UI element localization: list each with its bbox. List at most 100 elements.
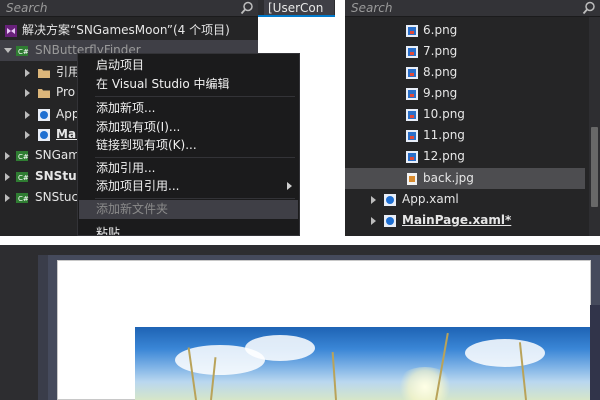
menu-item-label: 添加引用... [96,161,156,175]
search-placeholder: Search [6,1,48,15]
expand-arrow-icon[interactable] [5,152,10,160]
menu-separator [95,96,295,97]
project-node[interactable]: C# SNGam [0,145,80,166]
file-label: 9.png [423,86,458,100]
solution-icon [5,25,17,37]
png-icon [406,151,418,163]
file-label: 7.png [423,44,458,58]
cloud-shape [465,339,545,367]
png-icon [406,88,418,100]
png-icon [406,67,418,79]
cloud-shape [245,335,315,361]
grass-blade [331,352,337,400]
file-label: 6.png [423,23,458,37]
xaml-icon [384,215,396,227]
xaml-icon [384,194,396,206]
vertical-scrollbar[interactable] [589,17,600,236]
file-label: 11.png [423,128,465,142]
png-icon [406,130,418,142]
csharp-project-icon: C# [16,46,29,56]
menu-item-add-existing[interactable]: 添加现有项(I)... [79,118,298,137]
solution-search-bar[interactable]: Search [0,0,258,17]
file-label: 8.png [423,65,458,79]
svg-text:C#: C# [18,174,29,182]
solution-node[interactable]: 解决方案“SNGamesMoon”(4 个项目) [0,20,258,41]
tree-item-app-xaml[interactable]: App.xaml [345,189,589,210]
editor-tab-strip: [UserCon [258,0,335,17]
menu-item-add-reference[interactable]: 添加引用... [79,159,298,178]
csharp-project-icon: C# [16,193,29,203]
csharp-project-icon: C# [16,151,29,161]
menu-item-add-new[interactable]: 添加新项... [79,99,298,118]
file-item[interactable]: 10.png [345,104,589,125]
file-label: MainPage.xaml* [402,213,512,227]
project-label: SNGam [35,148,80,162]
file-label: App.xaml [402,192,459,206]
scrollbar-thumb[interactable] [591,127,598,207]
solution-label: 解决方案“SNGamesMoon”(4 个项目) [22,23,230,37]
designer-ruler [38,255,48,400]
jpg-icon [407,173,417,185]
tree-item-mainpage-xaml[interactable]: Mai [0,124,80,145]
expand-arrow-icon[interactable] [25,131,30,139]
file-label: 10.png [423,107,465,121]
search-icon[interactable] [582,1,596,15]
csharp-project-icon: C# [16,172,29,182]
expand-arrow-icon[interactable] [25,111,30,119]
file-item[interactable]: 12.png [345,146,589,167]
png-icon [406,46,418,58]
project-node[interactable]: C# SNStuc [0,187,80,208]
folder-icon [38,89,50,98]
svg-text:C#: C# [18,195,29,203]
png-icon [406,109,418,121]
tree-item-mainpage-xaml[interactable]: MainPage.xaml* [345,210,589,231]
search-icon[interactable] [240,1,254,15]
background-image[interactable] [135,327,590,400]
tree-item-app-xaml[interactable]: App [0,104,80,125]
file-item[interactable]: 11.png [345,125,589,146]
expand-arrow-icon[interactable] [371,196,376,204]
menu-item-label: 添加项目引用... [96,179,180,193]
tab-label: [UserCon [268,1,324,15]
expand-arrow-icon[interactable] [5,194,10,202]
file-item[interactable]: 7.png [345,41,589,62]
pane-divider [335,0,345,236]
search-placeholder: Search [351,1,393,15]
png-icon [406,25,418,37]
menu-item-label: 添加新项... [96,101,156,115]
project-node[interactable]: C# SNStuc [0,166,84,187]
solution-search-bar[interactable]: Search [345,0,600,17]
menu-item-link-existing[interactable]: 链接到现有项(K)... [79,136,298,155]
designer-side-strip [590,305,600,400]
expand-arrow-icon[interactable] [25,69,30,77]
expand-arrow-icon[interactable] [5,173,10,181]
file-item-selected[interactable]: back.jpg [345,168,585,189]
file-item[interactable]: 9.png [345,83,589,104]
xaml-icon [38,129,50,141]
file-item[interactable]: 8.png [345,62,589,83]
xaml-icon [38,109,50,121]
expand-arrow-icon[interactable] [4,48,12,53]
expand-arrow-icon[interactable] [371,217,376,225]
file-label: back.jpg [423,171,474,185]
project-label: SNStuc [35,190,79,204]
menu-item-edit-in-vs[interactable]: 在 Visual Studio 中编辑 [79,75,298,94]
menu-separator [95,198,295,199]
menu-item-start-project[interactable]: 启动项目 [79,56,298,75]
solution-explorer-right: Search 6.png 7.png 8.png 9.png 10.png 11… [345,0,600,236]
tree-item-label: Pro [56,85,76,99]
menu-item-label: 添加新文件夹 [96,202,169,216]
menu-item-label: 在 Visual Studio 中编辑 [96,77,230,91]
file-item[interactable]: 6.png [345,20,589,41]
tree-item-references[interactable]: 引用 [0,62,80,83]
file-label: 12.png [423,149,465,163]
menu-item-label: 启动项目 [96,58,145,72]
expand-arrow-icon[interactable] [25,89,30,97]
tree-item-properties[interactable]: Pro [0,82,80,103]
submenu-arrow-icon [287,182,292,190]
menu-item-label: 链接到现有项(K)... [96,138,197,152]
menu-item-paste[interactable]: 粘贴 [79,224,298,235]
svg-text:C#: C# [18,153,29,161]
menu-item-add-project-reference[interactable]: 添加项目引用... [79,177,298,196]
pane-divider [0,236,600,245]
